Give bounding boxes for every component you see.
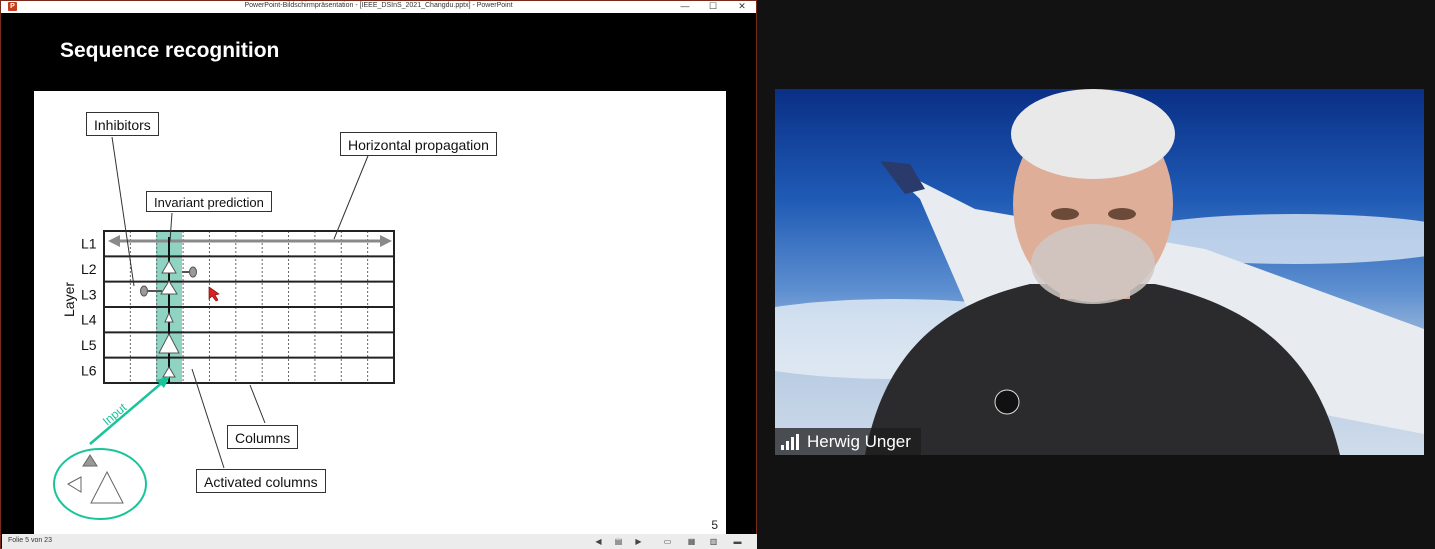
shirt-logo-icon — [994, 389, 1020, 415]
layer-label: L1 — [81, 236, 97, 252]
horizontal-propagation-arrow — [108, 235, 392, 247]
participant-video-tile[interactable]: Herwig Unger — [775, 89, 1424, 455]
slide-counter: Folie 5 von 23 — [8, 537, 52, 544]
presenter-view-icon[interactable]: ▬ — [732, 536, 743, 547]
powerpoint-window: P PowerPoint-Bildschirmpräsentation - [I… — [0, 0, 757, 549]
layer-label: L2 — [81, 261, 97, 277]
slide-sorter-icon[interactable]: ▦ — [686, 536, 697, 547]
callout-activated-columns: Activated columns — [196, 469, 326, 493]
notes-icon[interactable]: ▤ — [613, 536, 624, 547]
mouse-pointer-icon — [208, 286, 220, 302]
slide-canvas[interactable]: Input L1 L2 L3 L4 L5 L6 Layer Inhibitors Hori… — [34, 91, 726, 534]
callout-leaders — [111, 136, 373, 469]
video-background — [775, 89, 1424, 455]
input-arrow — [89, 376, 170, 445]
normal-view-icon[interactable]: ▭ — [662, 536, 673, 547]
triangle-icon — [66, 476, 82, 493]
layer-labels: L1 L2 L3 L4 L5 L6 — [81, 236, 97, 379]
triangle-icon — [82, 454, 98, 467]
status-bar: Folie 5 von 23 ◀ ▤ ▶ ▭ ▦ ▥ ▬ — [2, 534, 757, 549]
layer-axis-label: Layer — [61, 282, 77, 317]
callout-inhibitors: Inhibitors — [86, 112, 159, 136]
layer-lines — [104, 255, 394, 359]
callout-horizontal-propagation: Horizontal propagation — [340, 132, 497, 156]
participant-name-tag: Herwig Unger — [775, 428, 921, 455]
reading-view-icon[interactable]: ▥ — [708, 536, 719, 547]
layer-label: L3 — [81, 286, 97, 302]
participant-name: Herwig Unger — [807, 432, 911, 451]
slide-number: 5 — [711, 518, 718, 532]
maximize-button[interactable]: ☐ — [702, 1, 724, 13]
title-bar: P PowerPoint-Bildschirmpräsentation - [I… — [1, 1, 756, 13]
window-title: PowerPoint-Bildschirmpräsentation - [IEE… — [244, 2, 513, 9]
signal-strength-icon — [781, 433, 799, 450]
layer-label: L6 — [81, 362, 97, 378]
next-slide-icon[interactable]: ▶ — [633, 536, 644, 547]
column-layer-diagram: Input L1L2L3L4L5L6 Layer — [53, 136, 395, 520]
callout-invariant-prediction: Invariant prediction — [146, 191, 272, 212]
close-button[interactable]: ✕ — [731, 1, 753, 13]
layer-label: L4 — [81, 312, 97, 328]
triangle-icon — [90, 470, 124, 504]
minimize-button[interactable]: — — [674, 1, 696, 13]
input-pattern — [53, 448, 147, 520]
callout-columns: Columns — [227, 425, 299, 449]
prev-slide-icon[interactable]: ◀ — [593, 536, 604, 547]
layer-label: L5 — [81, 337, 97, 353]
slide-title: Sequence recognition — [60, 39, 280, 62]
